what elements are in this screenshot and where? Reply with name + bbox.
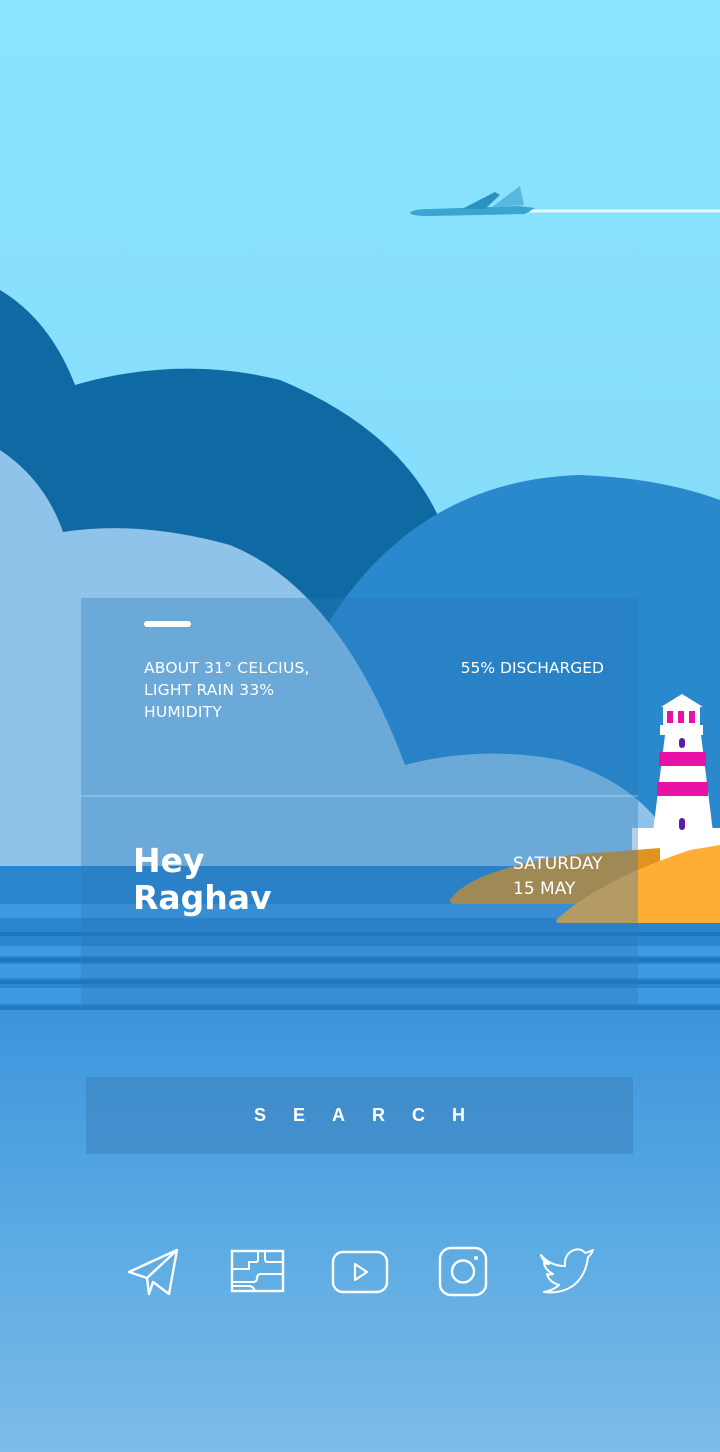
youtube-icon (331, 1250, 389, 1294)
telegram-app[interactable] (123, 1242, 183, 1302)
search-bar[interactable]: SEARCH (86, 1077, 633, 1154)
date-line1: SATURDAY (513, 854, 603, 874)
greeting-line2: Raghav (133, 878, 272, 917)
greeting: Hey Raghav (133, 842, 272, 916)
maps-icon (230, 1249, 285, 1293)
app-dock (0, 1242, 720, 1302)
maps-app[interactable] (227, 1242, 287, 1302)
instagram-icon (438, 1246, 488, 1297)
telegram-icon (127, 1248, 179, 1296)
battery-status: 55% DISCHARGED (460, 659, 604, 677)
instagram-app[interactable] (433, 1242, 493, 1302)
shore-line (0, 1006, 720, 1010)
widget-dash (144, 621, 191, 627)
twitter-app[interactable] (536, 1242, 596, 1302)
date-line2: 15 MAY (513, 879, 576, 899)
search-label: SEARCH (253, 1105, 492, 1125)
greeting-line1: Hey (133, 841, 205, 880)
lower-background (0, 1006, 720, 1452)
widget-divider (81, 795, 638, 797)
date-text: SATURDAY 15 MAY (513, 852, 603, 902)
weather-text: ABOUT 31° CELCIUS, LIGHT RAIN 33% HUMIDI… (144, 659, 310, 721)
twitter-icon (540, 1248, 594, 1294)
youtube-app[interactable] (330, 1242, 390, 1302)
